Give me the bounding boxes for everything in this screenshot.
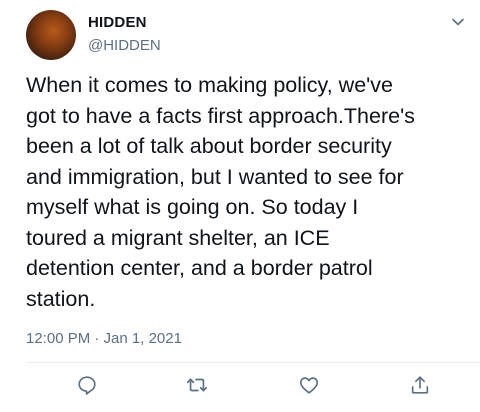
like-icon[interactable] [298, 374, 320, 396]
divider [26, 362, 480, 363]
avatar[interactable] [26, 10, 76, 60]
author-display-name[interactable]: HIDDEN [88, 14, 147, 31]
tweet-card: HIDDEN @HIDDEN When it comes to making p… [0, 0, 480, 412]
tweet-timestamp[interactable]: 12:00 PM · Jan 1, 2021 [26, 330, 182, 347]
chevron-down-icon[interactable] [450, 14, 466, 30]
author-handle[interactable]: @HIDDEN [88, 37, 161, 54]
tweet-text: When it comes to making policy, we've go… [26, 73, 415, 311]
retweet-icon[interactable] [186, 374, 208, 396]
reply-icon[interactable] [76, 374, 98, 396]
share-icon[interactable] [409, 374, 431, 396]
